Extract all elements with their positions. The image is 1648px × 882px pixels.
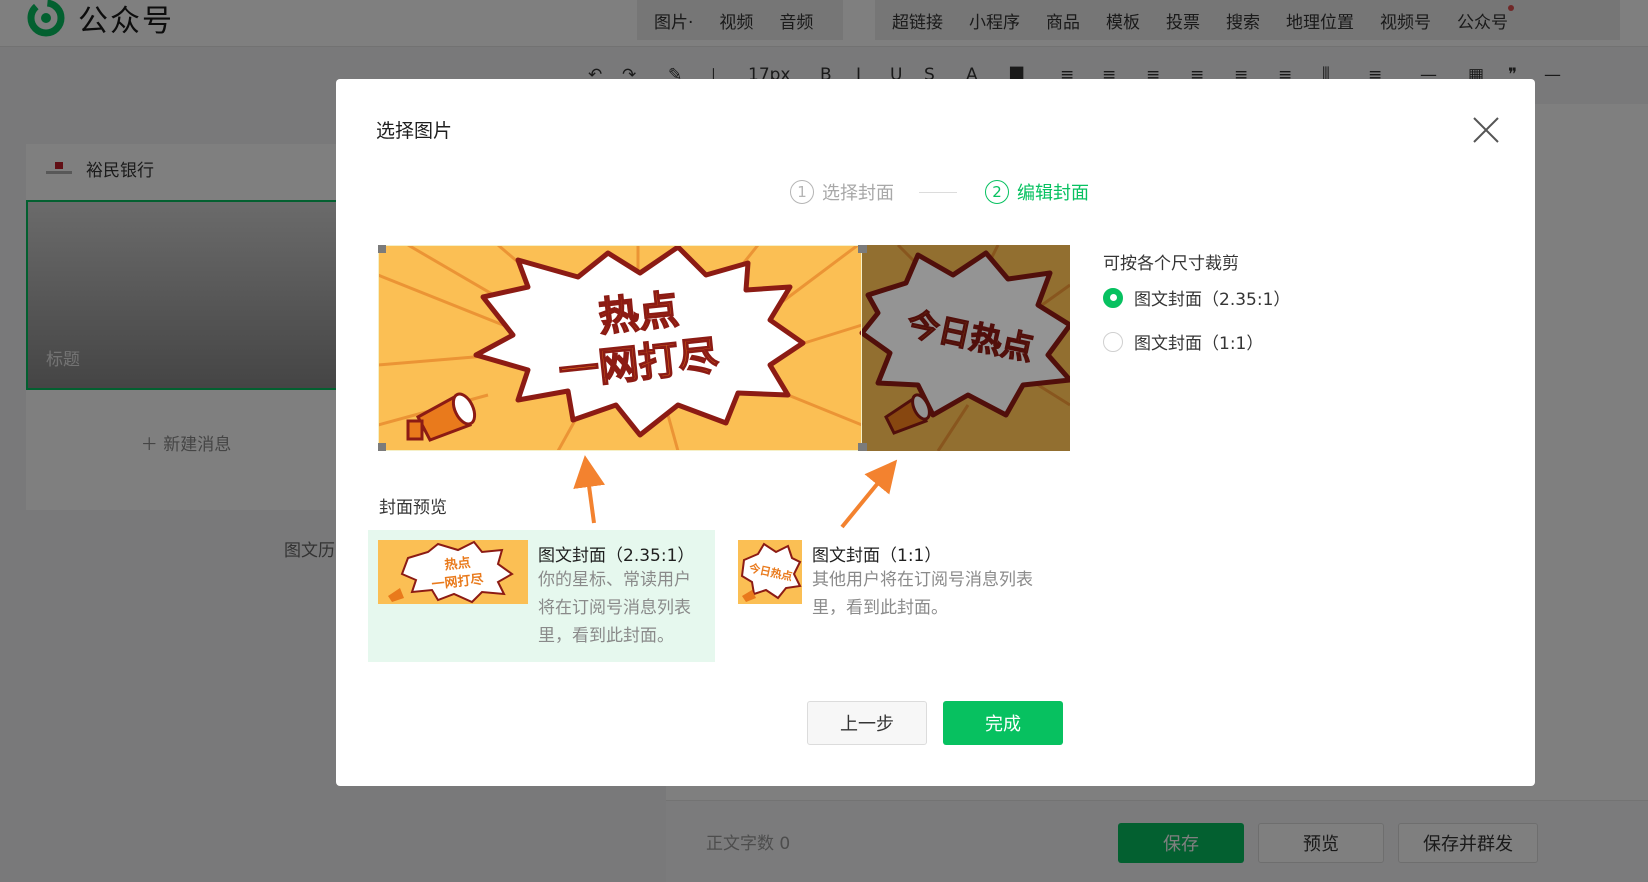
crop-selection-box[interactable] <box>378 245 862 451</box>
close-icon[interactable] <box>1471 115 1501 145</box>
preview-card-1-1[interactable]: 今日热点 图文封面（1:1） 其他用户将在订阅号消息列表 里，看到此封面。 <box>738 530 1068 662</box>
done-button[interactable]: 完成 <box>943 701 1063 745</box>
description-line: 里，看到此封面。 <box>538 626 674 646</box>
crop-handle-bottom-right[interactable] <box>858 443 867 451</box>
crop-option-label: 图文封面（2.35:1） <box>1134 290 1291 310</box>
preview-title: 图文封面（1:1） <box>812 546 942 566</box>
previous-step-button[interactable]: 上一步 <box>807 701 927 745</box>
preview-description: 你的星标、常读用户 将在订阅号消息列表 里，看到此封面。 <box>538 566 691 650</box>
crop-canvas[interactable]: 热点 一网打尽 今日热点 <box>378 245 1070 451</box>
crop-handle-top-right[interactable] <box>858 245 867 253</box>
description-line: 你的星标、常读用户 <box>538 570 691 590</box>
select-image-dialog: 选择图片 1 选择封面 2 编辑封面 热点 一网打尽 今日热点 可按各个尺寸裁剪… <box>336 79 1535 786</box>
crop-option-1-1[interactable]: 图文封面（1:1） <box>1103 329 1263 354</box>
step-connector <box>919 191 957 193</box>
crop-option-label: 图文封面（1:1） <box>1134 334 1264 354</box>
preview-card-2-35[interactable]: 热点 一网打尽 图文封面（2.35:1） 你的星标、常读用户 将在订阅号消息列表… <box>368 530 715 662</box>
step-indicator: 1 选择封面 2 编辑封面 <box>790 179 1089 205</box>
preview-thumbnail-wide: 热点 一网打尽 <box>378 540 528 604</box>
step-number: 1 <box>790 180 814 204</box>
preview-description: 其他用户将在订阅号消息列表 里，看到此封面。 <box>812 566 1033 622</box>
description-line: 其他用户将在订阅号消息列表 <box>812 570 1033 590</box>
crop-handle-bottom-left[interactable] <box>378 443 386 451</box>
crop-outside-mask <box>862 245 1070 451</box>
description-line: 将在订阅号消息列表 <box>538 598 691 618</box>
radio-unselected-icon[interactable] <box>1103 331 1123 352</box>
step-select-cover[interactable]: 1 选择封面 <box>790 179 894 205</box>
dialog-title: 选择图片 <box>376 120 453 142</box>
thumb-text-line1: 热点 <box>444 555 472 574</box>
crop-option-2-35[interactable]: 图文封面（2.35:1） <box>1103 285 1290 310</box>
step-number: 2 <box>985 180 1009 204</box>
step-edit-cover: 2 编辑封面 <box>985 179 1089 205</box>
step-label: 编辑封面 <box>1017 183 1089 204</box>
crop-hint: 可按各个尺寸裁剪 <box>1103 254 1239 274</box>
arrow-to-crop-box <box>573 455 605 524</box>
cover-preview-label: 封面预览 <box>379 498 447 518</box>
step-label: 选择封面 <box>822 183 894 204</box>
description-line: 里，看到此封面。 <box>812 598 948 618</box>
preview-title: 图文封面（2.35:1） <box>538 546 695 566</box>
radio-selected-icon[interactable] <box>1103 287 1123 308</box>
arrow-to-square-crop <box>840 459 898 529</box>
crop-handle-top-left[interactable] <box>378 245 386 253</box>
preview-thumbnail-square: 今日热点 <box>738 540 802 604</box>
